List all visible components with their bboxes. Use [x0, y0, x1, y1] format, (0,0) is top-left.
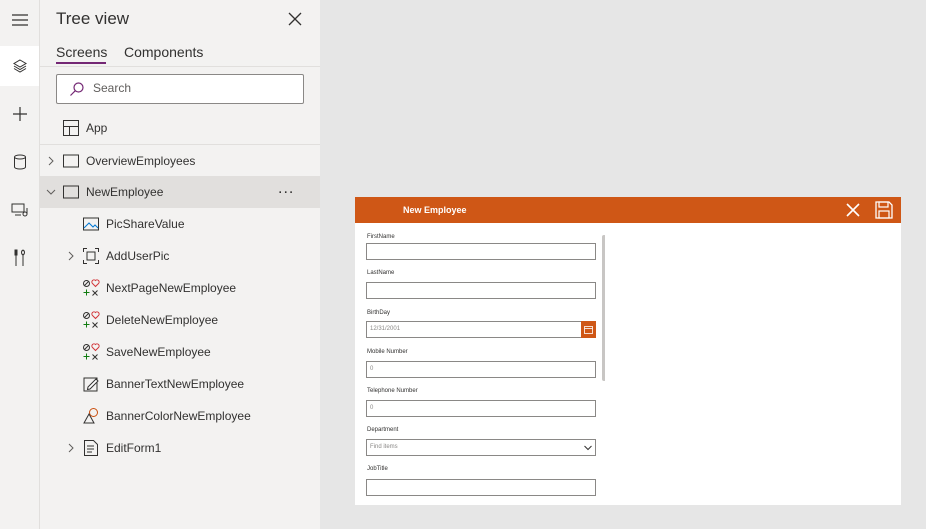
layers-icon	[12, 59, 27, 73]
tree-node-control[interactable]: BannerTextNewEmployee	[40, 368, 320, 400]
dropdown-placeholder: Find items	[370, 444, 398, 450]
tree-node-screen[interactable]: NewEmployee ...	[40, 176, 320, 208]
tools-icon	[14, 249, 25, 266]
calendar-button[interactable]	[581, 321, 596, 338]
tree-node-control[interactable]: EditForm1	[40, 432, 320, 464]
tree-node-control[interactable]: PicShareValue	[40, 208, 320, 240]
data-button[interactable]	[0, 142, 39, 182]
hamburger-button[interactable]	[0, 0, 39, 40]
tree-node-screen[interactable]: OverviewEmployees	[40, 144, 320, 176]
node-label: EditForm1	[106, 441, 162, 455]
screen-icon	[63, 185, 79, 199]
tree-node-control[interactable]: DeleteNewEmployee	[40, 304, 320, 336]
node-label: SaveNewEmployee	[106, 345, 211, 359]
hamburger-icon	[11, 14, 28, 26]
icon-control-icon	[83, 311, 100, 328]
tree-view-panel: Tree view Screens Components App Overvie…	[40, 0, 320, 529]
panel-title: Tree view	[56, 9, 130, 28]
chevron-down-icon[interactable]	[46, 187, 56, 197]
tab-components[interactable]: Components	[124, 44, 203, 60]
advanced-tools-button[interactable]	[0, 238, 39, 278]
icon-control-icon	[83, 279, 100, 296]
more-options-icon[interactable]: ...	[278, 181, 294, 197]
tree-node-control[interactable]: AddUserPic	[40, 240, 320, 272]
node-label: NewEmployee	[86, 185, 164, 199]
app-icon	[63, 120, 79, 136]
plus-icon	[12, 107, 27, 121]
field-label: BirthDay	[367, 310, 391, 316]
insert-button[interactable]	[0, 94, 39, 134]
chevron-right-icon[interactable]	[66, 251, 76, 261]
node-label: App	[86, 121, 108, 135]
jobtitle-input[interactable]	[366, 479, 596, 496]
calendar-icon	[584, 326, 593, 334]
app-screen-preview[interactable]: New Employee FirstName LastName BirthDay…	[355, 197, 901, 505]
icon-control-icon	[83, 343, 100, 360]
field-label: LastName	[367, 270, 395, 276]
birthday-datepicker[interactable]: 12/31/2001	[366, 321, 596, 338]
close-icon[interactable]	[844, 201, 862, 219]
edit-form[interactable]: FirstName LastName BirthDay 12/31/2001 M…	[355, 223, 605, 505]
screen-icon	[63, 154, 79, 167]
node-label: PicShareValue	[106, 217, 185, 231]
database-icon	[13, 154, 26, 170]
media-button[interactable]	[0, 190, 39, 230]
field-label: FirstName	[367, 234, 395, 240]
lastname-input[interactable]	[366, 282, 596, 299]
field-label: Telephone Number	[367, 388, 418, 394]
field-label: Mobile Number	[367, 349, 408, 355]
search-icon	[70, 82, 84, 96]
telephone-number-input[interactable]: 0	[366, 400, 596, 417]
tree-view-button[interactable]	[0, 46, 39, 86]
active-tab-indicator	[56, 62, 106, 64]
field-label: JobTitle	[367, 466, 388, 472]
node-label: NextPageNewEmployee	[106, 281, 237, 295]
field-label: Department	[367, 427, 399, 433]
banner-title: New Employee	[403, 205, 467, 215]
tree-node-control[interactable]: SaveNewEmployee	[40, 336, 320, 368]
design-canvas: New Employee FirstName LastName BirthDay…	[320, 0, 926, 529]
add-picture-icon	[83, 248, 99, 264]
chevron-down-icon	[584, 445, 592, 451]
chevron-right-icon[interactable]	[46, 156, 56, 166]
shape-icon	[83, 408, 98, 424]
department-dropdown[interactable]: Find items	[366, 439, 596, 456]
search-input[interactable]	[93, 81, 293, 95]
save-icon[interactable]	[874, 200, 894, 220]
tree-node-control[interactable]: BannerColorNewEmployee	[40, 400, 320, 432]
mobile-number-input[interactable]: 0	[366, 361, 596, 378]
node-label: OverviewEmployees	[86, 153, 196, 168]
text-label-icon	[83, 377, 99, 392]
tree-node-app[interactable]: App	[40, 112, 320, 144]
banner: New Employee	[355, 197, 901, 223]
node-label: BannerTextNewEmployee	[106, 377, 245, 391]
chevron-right-icon[interactable]	[66, 443, 76, 453]
node-label: DeleteNewEmployee	[106, 313, 219, 327]
tab-screens[interactable]: Screens	[56, 44, 107, 60]
divider	[40, 66, 320, 67]
image-icon	[83, 217, 99, 231]
search-box[interactable]	[56, 74, 304, 104]
media-icon	[11, 203, 27, 217]
scrollbar-thumb[interactable]	[602, 235, 605, 381]
node-label: BannerColorNewEmployee	[106, 409, 251, 423]
tree-node-control[interactable]: NextPageNewEmployee	[40, 272, 320, 304]
firstname-input[interactable]	[366, 243, 596, 260]
close-icon[interactable]	[286, 10, 304, 28]
form-icon	[84, 440, 98, 456]
node-label: AddUserPic	[106, 249, 170, 263]
left-rail	[0, 0, 40, 529]
date-value: 12/31/2001	[370, 326, 401, 332]
